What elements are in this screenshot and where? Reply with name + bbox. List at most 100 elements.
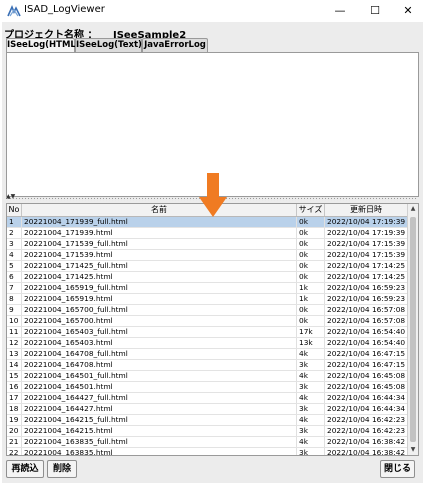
cell-date: 2022/10/04 16:42:23 xyxy=(325,415,408,425)
cell-name: 20221004_165919.html xyxy=(22,294,297,304)
table-row[interactable]: 10 20221004_165700.html 0k 2022/10/04 16:57… xyxy=(7,316,408,327)
scroll-down-icon[interactable]: ▼ xyxy=(408,445,418,455)
cell-size: 3k xyxy=(297,360,325,370)
maximize-button[interactable]: ☐ xyxy=(358,0,392,22)
cell-date: 2022/10/04 16:54:40 xyxy=(325,338,408,348)
cell-date: 2022/10/04 16:59:23 xyxy=(325,283,408,293)
cell-date: 2022/10/04 17:19:39 xyxy=(325,217,408,227)
table-row[interactable]: 1 20221004_171939_full.html 0k 2022/10/04 1… xyxy=(7,217,408,228)
minimize-button[interactable]: — xyxy=(323,0,357,22)
scrollbar-thumb[interactable] xyxy=(410,217,416,442)
tab-java-error-log[interactable]: JavaErrorLog xyxy=(142,38,208,52)
table-row[interactable]: 5 20221004_171425_full.html 0k 2022/10/04 1… xyxy=(7,261,408,272)
cell-name: 20221004_171539_full.html xyxy=(22,239,297,249)
close-button[interactable]: 閉じる xyxy=(380,460,415,478)
table-body: 1 20221004_171939_full.html 0k 2022/10/04 1… xyxy=(7,217,408,455)
cell-name: 20221004_164501.html xyxy=(22,382,297,392)
table-row[interactable]: 14 20221004_164708.html 3k 2022/10/04 16:47… xyxy=(7,360,408,371)
cell-no: 20 xyxy=(7,426,22,436)
table-row[interactable]: 16 20221004_164501.html 3k 2022/10/04 16:45… xyxy=(7,382,408,393)
cell-no: 19 xyxy=(7,415,22,425)
cell-date: 2022/10/04 16:38:42 xyxy=(325,448,408,455)
table-row[interactable]: 15 20221004_164501_full.html 4k 2022/10/04 … xyxy=(7,371,408,382)
delete-button[interactable]: 削除 xyxy=(47,460,77,478)
cell-no: 15 xyxy=(7,371,22,381)
log-file-table: No 名前 サイズ 更新日時 1 20221004_171939_full.htm… xyxy=(6,203,419,456)
cell-size: 0k xyxy=(297,316,325,326)
cell-date: 2022/10/04 16:47:15 xyxy=(325,360,408,370)
cell-size: 3k xyxy=(297,426,325,436)
cell-no: 14 xyxy=(7,360,22,370)
cell-name: 20221004_165403_full.html xyxy=(22,327,297,337)
table-row[interactable]: 22 20221004_163835.html 3k 2022/10/04 16:38… xyxy=(7,448,408,455)
cell-no: 1 xyxy=(7,217,22,227)
cell-name: 20221004_163835.html xyxy=(22,448,297,455)
table-row[interactable]: 20 20221004_164215.html 3k 2022/10/04 16:42… xyxy=(7,426,408,437)
tab-iseelog-html[interactable]: ISeeLog(HTML) xyxy=(6,38,80,53)
cell-name: 20221004_171425_full.html xyxy=(22,261,297,271)
cell-no: 6 xyxy=(7,272,22,282)
table-row[interactable]: 12 20221004_165403.html 13k 2022/10/04 16:5… xyxy=(7,338,408,349)
table-row[interactable]: 6 20221004_171425.html 0k 2022/10/04 17:14:… xyxy=(7,272,408,283)
table-row[interactable]: 2 20221004_171939.html 0k 2022/10/04 17:19:… xyxy=(7,228,408,239)
table-row[interactable]: 8 20221004_165919.html 1k 2022/10/04 16:59:… xyxy=(7,294,408,305)
cell-date: 2022/10/04 16:47:15 xyxy=(325,349,408,359)
cell-date: 2022/10/04 17:14:25 xyxy=(325,261,408,271)
cell-name: 20221004_165700.html xyxy=(22,316,297,326)
cell-size: 3k xyxy=(297,404,325,414)
table-row[interactable]: 7 20221004_165919_full.html 1k 2022/10/04 1… xyxy=(7,283,408,294)
cell-no: 9 xyxy=(7,305,22,315)
cell-size: 1k xyxy=(297,283,325,293)
table-row[interactable]: 17 20221004_164427_full.html 4k 2022/10/04 … xyxy=(7,393,408,404)
column-header-date[interactable]: 更新日時 xyxy=(325,204,408,216)
cell-date: 2022/10/04 17:14:25 xyxy=(325,272,408,282)
cell-name: 20221004_164708.html xyxy=(22,360,297,370)
table-row[interactable]: 21 20221004_163835_full.html 4k 2022/10/04 … xyxy=(7,437,408,448)
cell-size: 0k xyxy=(297,239,325,249)
cell-no: 7 xyxy=(7,283,22,293)
cell-name: 20221004_171939_full.html xyxy=(22,217,297,227)
cell-date: 2022/10/04 16:54:40 xyxy=(325,327,408,337)
table-row[interactable]: 9 20221004_165700_full.html 0k 2022/10/04 1… xyxy=(7,305,408,316)
cell-date: 2022/10/04 16:44:34 xyxy=(325,393,408,403)
cell-size: 4k xyxy=(297,393,325,403)
column-header-size[interactable]: サイズ xyxy=(297,204,325,216)
cell-size: 0k xyxy=(297,261,325,271)
cell-name: 20221004_165403.html xyxy=(22,338,297,348)
cell-size: 3k xyxy=(297,382,325,392)
reload-button[interactable]: 再読込 xyxy=(6,460,44,478)
down-arrow-icon xyxy=(199,173,227,217)
cell-size: 0k xyxy=(297,305,325,315)
close-window-button[interactable]: ✕ xyxy=(391,0,425,22)
cell-name: 20221004_163835_full.html xyxy=(22,437,297,447)
cell-size: 4k xyxy=(297,371,325,381)
cell-date: 2022/10/04 17:19:39 xyxy=(325,228,408,238)
cell-no: 4 xyxy=(7,250,22,260)
cell-no: 18 xyxy=(7,404,22,414)
cell-date: 2022/10/04 16:44:34 xyxy=(325,404,408,414)
cell-no: 13 xyxy=(7,349,22,359)
table-row[interactable]: 13 20221004_164708_full.html 4k 2022/10/04 … xyxy=(7,349,408,360)
table-row[interactable]: 11 20221004_165403_full.html 17k 2022/10/04… xyxy=(7,327,408,338)
cell-date: 2022/10/04 16:45:08 xyxy=(325,371,408,381)
cell-name: 20221004_171539.html xyxy=(22,250,297,260)
app-icon xyxy=(7,4,21,17)
column-header-no[interactable]: No xyxy=(7,204,22,216)
scroll-up-icon[interactable]: ▲ xyxy=(408,204,418,214)
table-row[interactable]: 19 20221004_164215_full.html 4k 2022/10/04 … xyxy=(7,415,408,426)
cell-name: 20221004_165919_full.html xyxy=(22,283,297,293)
cell-date: 2022/10/04 16:45:08 xyxy=(325,382,408,392)
cell-name: 20221004_171425.html xyxy=(22,272,297,282)
cell-size: 13k xyxy=(297,338,325,348)
vertical-scrollbar[interactable]: ▲ ▼ xyxy=(407,204,418,455)
table-row[interactable]: 4 20221004_171539.html 0k 2022/10/04 17:15:… xyxy=(7,250,408,261)
column-header-name[interactable]: 名前 xyxy=(22,204,297,216)
cell-no: 10 xyxy=(7,316,22,326)
cell-no: 8 xyxy=(7,294,22,304)
cell-date: 2022/10/04 16:57:08 xyxy=(325,316,408,326)
cell-no: 17 xyxy=(7,393,22,403)
tab-iseelog-text[interactable]: ISeeLog(Text) xyxy=(75,38,142,52)
cell-size: 0k xyxy=(297,250,325,260)
table-row[interactable]: 3 20221004_171539_full.html 0k 2022/10/04 1… xyxy=(7,239,408,250)
table-row[interactable]: 18 20221004_164427.html 3k 2022/10/04 16:44… xyxy=(7,404,408,415)
